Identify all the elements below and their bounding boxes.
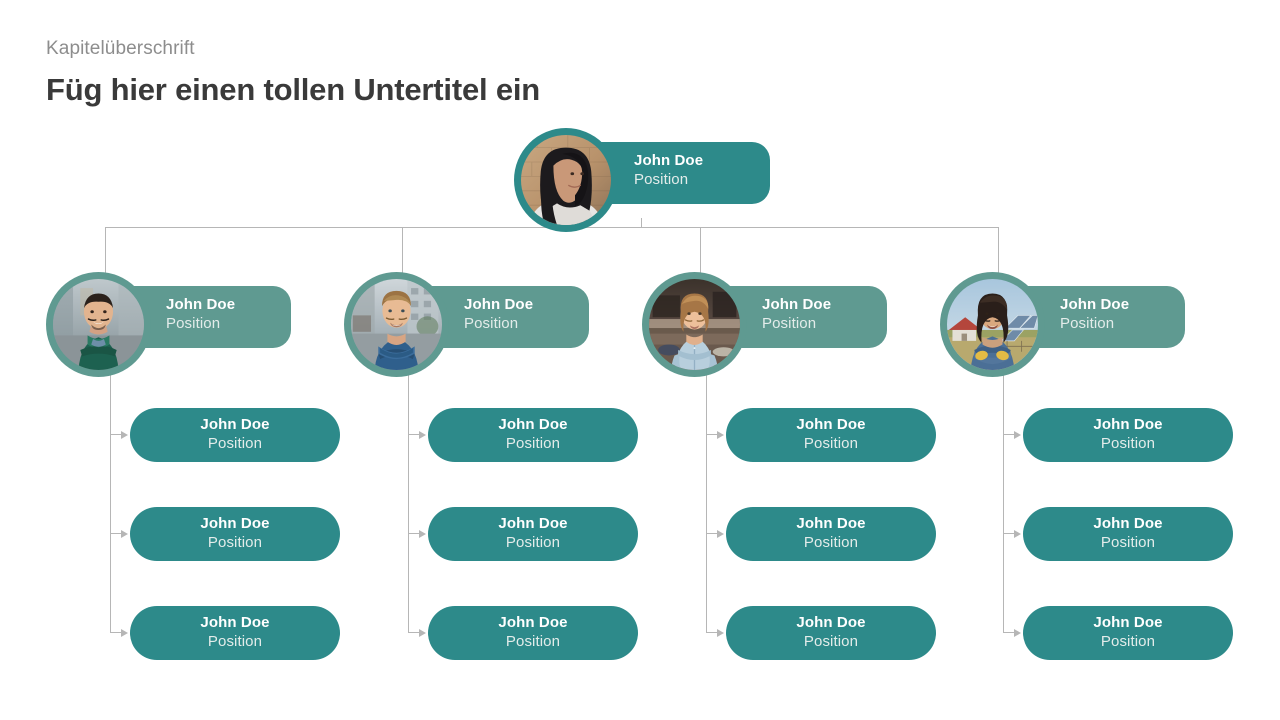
org-pill-3-3[interactable]: John Doe Position bbox=[726, 606, 936, 660]
arrow-head-1-3 bbox=[121, 629, 128, 637]
arrow-head-2-2 bbox=[419, 530, 426, 538]
level2-3-name: John Doe bbox=[762, 296, 832, 313]
arrow-head-1-1 bbox=[121, 431, 128, 439]
arrow-head-3-3 bbox=[717, 629, 724, 637]
arrow-head-4-1 bbox=[1014, 431, 1021, 439]
level2-4-avatar[interactable] bbox=[940, 272, 1045, 377]
pill-1-1-position: Position bbox=[207, 435, 263, 452]
arrow-head-3-2 bbox=[717, 530, 724, 538]
level2-2-name: John Doe bbox=[464, 296, 534, 313]
root-position: Position bbox=[634, 171, 689, 188]
pill-2-2-position: Position bbox=[505, 534, 561, 551]
pill-3-1-name: John Doe bbox=[796, 416, 866, 433]
root-avatar-photo bbox=[521, 135, 611, 225]
pill-1-1-name: John Doe bbox=[200, 416, 270, 433]
arrow-head-2-1 bbox=[419, 431, 426, 439]
pill-1-2-name: John Doe bbox=[200, 515, 270, 532]
level2-2-avatar-photo bbox=[351, 279, 442, 370]
org-node-root[interactable]: John Doe Position bbox=[514, 128, 770, 232]
branch-spine-2 bbox=[408, 372, 409, 633]
level2-3-avatar-photo bbox=[649, 279, 740, 370]
arrow-head-4-2 bbox=[1014, 530, 1021, 538]
level2-3-avatar[interactable] bbox=[642, 272, 747, 377]
level2-3-portrait-illustration bbox=[649, 279, 740, 370]
root-portrait-illustration bbox=[521, 135, 611, 225]
org-node-level2-3[interactable]: John Doe Position bbox=[642, 272, 887, 377]
pill-3-2-position: Position bbox=[803, 534, 859, 551]
pill-3-3-position: Position bbox=[803, 633, 859, 650]
level2-1-avatar-photo bbox=[53, 279, 144, 370]
org-pill-3-1[interactable]: John Doe Position bbox=[726, 408, 936, 462]
level2-1-name: John Doe bbox=[166, 296, 236, 313]
root-name: John Doe bbox=[634, 152, 704, 169]
root-avatar[interactable] bbox=[514, 128, 618, 232]
arrow-head-2-3 bbox=[419, 629, 426, 637]
branch-spine-3 bbox=[706, 372, 707, 633]
org-node-level2-1[interactable]: John Doe Position bbox=[46, 272, 291, 377]
chapter-label: Kapitelüberschrift bbox=[46, 38, 195, 59]
level2-4-portrait-illustration bbox=[947, 279, 1038, 370]
org-pill-4-1[interactable]: John Doe Position bbox=[1023, 408, 1233, 462]
org-pill-4-2[interactable]: John Doe Position bbox=[1023, 507, 1233, 561]
pill-4-2-name: John Doe bbox=[1093, 515, 1163, 532]
level2-2-portrait-illustration bbox=[351, 279, 442, 370]
level2-2-avatar[interactable] bbox=[344, 272, 449, 377]
page-title: Füg hier einen tollen Untertitel ein bbox=[46, 72, 541, 107]
org-pill-2-1[interactable]: John Doe Position bbox=[428, 408, 638, 462]
org-pill-1-2[interactable]: John Doe Position bbox=[130, 507, 340, 561]
level2-3-position: Position bbox=[762, 315, 817, 332]
pill-4-3-name: John Doe bbox=[1093, 614, 1163, 631]
level2-2-position: Position bbox=[464, 315, 519, 332]
org-pill-2-3[interactable]: John Doe Position bbox=[428, 606, 638, 660]
pill-4-1-name: John Doe bbox=[1093, 416, 1163, 433]
pill-1-3-position: Position bbox=[207, 633, 263, 650]
org-node-level2-4[interactable]: John Doe Position bbox=[940, 272, 1185, 377]
org-pill-3-2[interactable]: John Doe Position bbox=[726, 507, 936, 561]
arrow-head-4-3 bbox=[1014, 629, 1021, 637]
pill-4-3-position: Position bbox=[1100, 633, 1156, 650]
pill-3-2-name: John Doe bbox=[796, 515, 866, 532]
org-pill-1-1[interactable]: John Doe Position bbox=[130, 408, 340, 462]
pill-3-1-position: Position bbox=[803, 435, 859, 452]
pill-2-2-name: John Doe bbox=[498, 515, 568, 532]
pill-2-3-position: Position bbox=[505, 633, 561, 650]
org-pill-4-3[interactable]: John Doe Position bbox=[1023, 606, 1233, 660]
level2-4-name: John Doe bbox=[1060, 296, 1130, 313]
arrow-head-3-1 bbox=[717, 431, 724, 439]
level2-4-avatar-photo bbox=[947, 279, 1038, 370]
branch-spine-1 bbox=[110, 372, 111, 633]
org-node-level2-2[interactable]: John Doe Position bbox=[344, 272, 589, 377]
level2-4-position: Position bbox=[1060, 315, 1115, 332]
arrow-head-1-2 bbox=[121, 530, 128, 538]
pill-1-3-name: John Doe bbox=[200, 614, 270, 631]
branch-spine-4 bbox=[1003, 372, 1004, 633]
pill-2-3-name: John Doe bbox=[498, 614, 568, 631]
org-pill-2-2[interactable]: John Doe Position bbox=[428, 507, 638, 561]
pill-4-1-position: Position bbox=[1100, 435, 1156, 452]
pill-4-2-position: Position bbox=[1100, 534, 1156, 551]
pill-3-3-name: John Doe bbox=[796, 614, 866, 631]
pill-1-2-position: Position bbox=[207, 534, 263, 551]
pill-2-1-name: John Doe bbox=[498, 416, 568, 433]
pill-2-1-position: Position bbox=[505, 435, 561, 452]
level2-1-portrait-illustration bbox=[53, 279, 144, 370]
level2-1-position: Position bbox=[166, 315, 221, 332]
level2-1-avatar[interactable] bbox=[46, 272, 151, 377]
org-pill-1-3[interactable]: John Doe Position bbox=[130, 606, 340, 660]
